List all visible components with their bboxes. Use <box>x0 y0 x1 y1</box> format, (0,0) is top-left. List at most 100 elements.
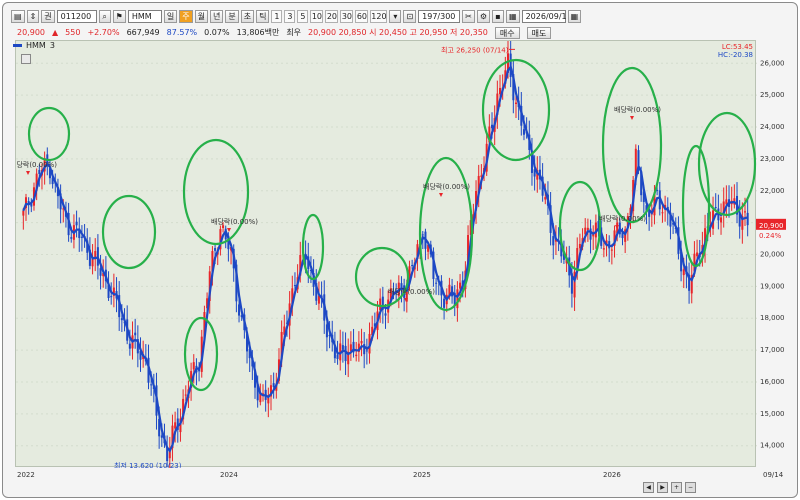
up-down-icon[interactable]: ⇕ <box>26 10 40 23</box>
code-input[interactable]: 011200 <box>56 10 97 23</box>
candle-body <box>720 217 723 223</box>
candle-body <box>696 252 699 257</box>
candle <box>538 155 541 190</box>
candle-body <box>360 341 363 344</box>
x-tick-label-0: 2022 <box>17 471 35 479</box>
interval-30[interactable]: 30 <box>340 10 354 23</box>
flag-icon[interactable]: ⚑ <box>112 10 126 23</box>
interval-5[interactable]: 5 <box>297 10 309 23</box>
chart-window: ▤ ⇕ 권 011200 ⌕ ⚑ HMM 일 주 월 년 분 초 틱 1 3 5… <box>2 2 798 498</box>
period-button-minute[interactable]: 분 <box>225 10 239 23</box>
zoom-in-icon[interactable]: + <box>671 481 682 493</box>
candle <box>738 200 741 239</box>
interval-20[interactable]: 20 <box>325 10 339 23</box>
candle-body <box>610 249 613 251</box>
calendar-icon[interactable]: ▦ <box>506 10 520 23</box>
candle-body <box>96 247 99 266</box>
price-chart[interactable]: 배당락(0.00%) 배당락(0.00%) 배당락(0.00%) 배당락(0.00%)… <box>10 39 757 470</box>
candle <box>650 204 653 227</box>
sell-button[interactable]: 매도 <box>526 26 552 39</box>
scroll-left-icon[interactable]: ◀ <box>643 481 654 493</box>
count-field[interactable]: 197/300 <box>418 10 461 23</box>
zoom-out-icon[interactable]: − <box>685 481 696 493</box>
period-button-month[interactable]: 월 <box>194 10 208 23</box>
name-input[interactable]: HMM <box>127 10 162 23</box>
period-button-second[interactable]: 초 <box>240 10 255 23</box>
candle <box>104 256 107 289</box>
period-button-week[interactable]: 주 <box>179 10 193 23</box>
candle-body <box>134 332 137 336</box>
search-icon[interactable]: ⌕ <box>98 10 111 23</box>
tool-icon[interactable]: ⚙ <box>476 10 491 23</box>
ohlc-prices: 20,900 20,850 시 20,450 고 20,950 저 20,350 <box>308 28 488 37</box>
candle-body <box>174 422 177 429</box>
high-annotation: 최고 26,250 (07/14) <box>441 45 509 54</box>
candle <box>261 384 265 402</box>
candle <box>592 225 595 251</box>
candle-body <box>214 248 217 251</box>
candle-body <box>586 227 589 231</box>
quote-bar: 20,900 ▲ 550 +2.70% 667,949 87.57% 0.07%… <box>17 26 552 39</box>
candle <box>320 281 323 308</box>
candle-body <box>384 313 387 316</box>
candle-body <box>411 265 414 267</box>
candle-body <box>522 129 525 135</box>
y-tick-label-1: 25,000 <box>760 91 785 99</box>
candle-body <box>355 354 358 357</box>
period-button-year[interactable]: 년 <box>209 10 224 23</box>
interval-10[interactable]: 10 <box>310 10 324 23</box>
candle-body <box>552 236 555 246</box>
candle-body <box>544 197 547 200</box>
buy-button[interactable]: 매수 <box>494 26 520 39</box>
legend-count: 3 <box>49 41 55 50</box>
grid-icon[interactable]: ▦ <box>567 10 582 23</box>
legend-toggle[interactable] <box>21 54 31 64</box>
highlight-circle-1 <box>101 194 157 270</box>
highlight-circle-10 <box>681 144 711 268</box>
save-icon[interactable]: ▪ <box>492 10 505 23</box>
candle <box>669 202 672 240</box>
dividend-marker-5 <box>630 116 634 120</box>
scroll-right-icon[interactable]: ▶ <box>657 481 668 493</box>
dividend-label-0: 배당락(0.00%) <box>16 160 57 169</box>
candle-body <box>435 282 438 284</box>
amount-value: 13,806백만 <box>236 28 280 37</box>
period-button-day[interactable]: 일 <box>163 10 178 23</box>
candle <box>224 225 227 249</box>
lock-icon[interactable]: ⊡ <box>403 10 417 23</box>
last-change-tag: 0.24% <box>759 232 782 240</box>
y-tick-label-9: 17,000 <box>760 346 785 354</box>
price-value: 20,900 <box>17 28 45 37</box>
type-button[interactable]: 권 <box>41 10 55 23</box>
candle <box>94 238 97 272</box>
turnover-value: 0.07% <box>204 28 230 37</box>
scissors-icon[interactable]: ✂ <box>462 10 475 23</box>
highlight-circle-2 <box>182 138 250 246</box>
interval-1[interactable]: 1 <box>271 10 283 23</box>
candle <box>720 203 723 235</box>
interval-60[interactable]: 60 <box>355 10 369 23</box>
candle-body <box>272 383 275 388</box>
candle-body <box>192 362 195 370</box>
x-tick-label-3: 2026 <box>603 471 621 479</box>
candle <box>78 217 81 252</box>
change-pct: +2.70% <box>87 28 120 37</box>
last-price-tag: 20,900 <box>759 222 784 230</box>
interval-120[interactable]: 120 <box>370 10 388 23</box>
candle-body <box>267 397 270 404</box>
candle <box>688 262 691 304</box>
candle-body <box>120 318 123 321</box>
interval-3[interactable]: 3 <box>284 10 296 23</box>
date-input[interactable]: 2026/09/1 <box>521 10 567 23</box>
candle <box>509 39 512 88</box>
dropdown-icon[interactable]: ▾ <box>389 10 402 23</box>
menu-icon[interactable]: ▤ <box>11 10 25 23</box>
candle-body <box>514 102 517 104</box>
chart-legend: HMM 3 <box>13 41 55 64</box>
candle <box>349 331 352 361</box>
candle-body <box>589 228 592 240</box>
period-button-tick[interactable]: 틱 <box>256 10 270 23</box>
candle <box>722 187 725 228</box>
hc-label: HC:-20.38 <box>718 51 753 59</box>
candle <box>453 284 456 317</box>
